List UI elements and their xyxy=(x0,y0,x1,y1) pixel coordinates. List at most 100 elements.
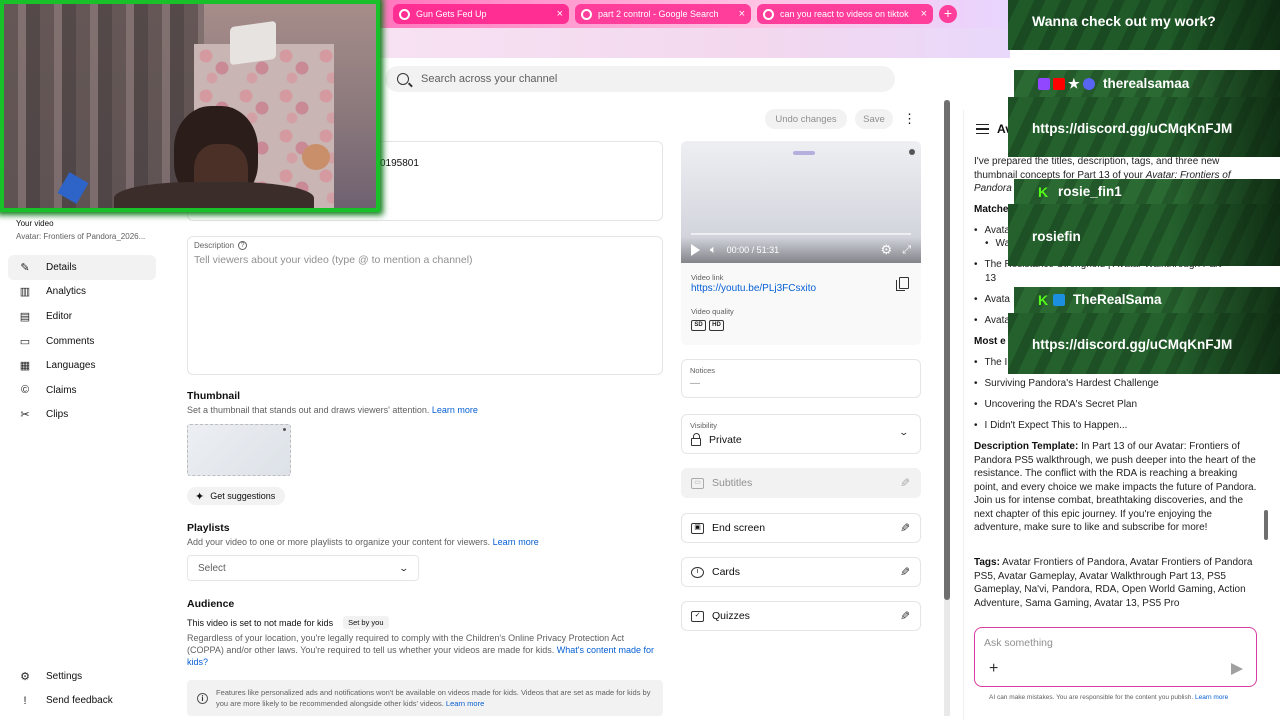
tab-close-icon[interactable]: × xyxy=(557,8,563,20)
feedback-icon: ! xyxy=(23,694,27,707)
sidebar-item-editor[interactable]: ▤ Editor xyxy=(8,304,156,329)
edit-pencil-icon[interactable]: ✎ xyxy=(900,565,910,579)
analytics-icon: ▥ xyxy=(19,286,31,299)
list-item: Avata xyxy=(974,315,1010,326)
sidebar-item-analytics[interactable]: ▥ Analytics xyxy=(8,280,156,305)
scissors-icon: ✂ xyxy=(20,409,30,422)
add-icon[interactable]: + xyxy=(989,660,998,678)
tab-favicon-icon xyxy=(399,8,410,20)
end-screen-row[interactable]: ▣ End screen ✎ xyxy=(681,513,921,543)
list-item: Avata xyxy=(974,225,1010,236)
notice-learn-more-link[interactable]: Learn more xyxy=(446,699,484,708)
overlay-handle-1: therealsamaa xyxy=(1103,76,1190,91)
browser-tab-3[interactable]: can you react to videos on tiktok × xyxy=(757,4,933,24)
cards-row[interactable]: i Cards ✎ xyxy=(681,557,921,587)
more-options-icon[interactable]: ⋮ xyxy=(903,112,916,128)
cards-icon: i xyxy=(691,566,704,578)
edit-pencil-icon[interactable]: ✎ xyxy=(900,476,910,490)
menu-icon[interactable] xyxy=(976,124,989,134)
description-label: Description ? xyxy=(194,241,248,250)
edit-pencil-icon[interactable]: ✎ xyxy=(900,609,910,623)
quizzes-label: Quizzes xyxy=(712,610,750,622)
overlay-handle-row-1: ★ therealsamaa xyxy=(1038,76,1189,91)
progress-bar[interactable] xyxy=(691,233,911,235)
languages-icon: ▦ xyxy=(19,360,31,373)
channel-search-input[interactable]: Search across your channel xyxy=(385,66,895,92)
video-frame-detail xyxy=(793,151,815,155)
webcam-flower xyxy=(302,144,330,170)
most-heading-text: Most e xyxy=(974,336,1006,347)
playlist-select[interactable]: Select ⌄ xyxy=(187,555,419,581)
overlay-handle-panel-2: K rosie_fin1 xyxy=(1014,179,1280,204)
sidebar-item-label: Claims xyxy=(46,384,77,396)
edit-pencil-icon[interactable]: ✎ xyxy=(900,521,910,535)
thumbnail-preview[interactable] xyxy=(187,424,291,476)
description-label-text: Description xyxy=(194,241,235,250)
platform-icons: K xyxy=(1038,293,1065,307)
get-suggestions-button[interactable]: ✦ Get suggestions xyxy=(187,487,286,505)
video-quality-label: Video quality xyxy=(691,307,734,316)
audience-status-line: This video is set to not made for kids S… xyxy=(187,616,389,629)
overlay-handle-row-3: K TheRealSama xyxy=(1038,292,1162,307)
sidebar-item-settings[interactable]: ⚙ Settings xyxy=(8,664,156,689)
fullscreen-icon[interactable]: ⤢ xyxy=(902,244,911,257)
new-tab-button[interactable]: + xyxy=(939,5,957,23)
main-scrollbar[interactable] xyxy=(944,100,950,600)
list-item-text: Avata xyxy=(984,315,1010,326)
browser-tab-2[interactable]: part 2 control - Google Search × xyxy=(575,4,751,24)
ai-scrollbar[interactable] xyxy=(1264,510,1268,540)
tab-close-icon[interactable]: × xyxy=(739,8,745,20)
player-settings-icon[interactable]: ⚙ xyxy=(881,242,893,258)
notices-label: Notices xyxy=(690,366,716,375)
visibility-label: Visibility xyxy=(690,421,717,430)
visibility-select[interactable]: Visibility Private ⌄ xyxy=(681,414,921,454)
volume-icon[interactable]: 🔈︎ xyxy=(710,244,717,257)
description-template-text: In Part 13 of our Avatar: Frontiers of P… xyxy=(974,441,1257,533)
ai-intro-italic-2: Pandora xyxy=(974,183,1012,194)
video-player[interactable]: 🔈︎ 00:00 / 51:31 ⚙ ⤢ xyxy=(681,141,921,263)
list-item: I Didn't Expect This to Happen... xyxy=(974,420,1128,431)
pencil-icon: ✎ xyxy=(20,261,30,274)
undo-changes-button[interactable]: Undo changes xyxy=(765,109,847,129)
sidebar-item-label: Editor xyxy=(46,310,73,322)
sidebar-item-languages[interactable]: ▦ Languages xyxy=(8,353,156,378)
browser-tab-1[interactable]: Gun Gets Fed Up × xyxy=(393,4,569,24)
sd-badge-icon: SD xyxy=(691,320,706,331)
lock-icon xyxy=(691,433,701,446)
notices-value: — xyxy=(690,378,700,389)
playlist-select-value: Select xyxy=(198,562,226,574)
list-item-cont: 13 xyxy=(985,272,1268,286)
disclaimer-learn-more-link[interactable]: Learn more xyxy=(1195,694,1228,701)
subtitles-row[interactable]: ▭ Subtitles ✎ xyxy=(681,468,921,498)
description-template-heading: Description Template: xyxy=(974,441,1079,452)
sidebar-item-send-feedback[interactable]: ! Send feedback xyxy=(8,689,156,714)
ask-something-input[interactable]: Ask something + xyxy=(974,627,1257,687)
set-by-you-chip: Set by you xyxy=(343,616,389,629)
overlay-discord-1: https://discord.gg/uCMqKnFJM xyxy=(1032,121,1233,136)
sidebar-item-clips[interactable]: ✂ Clips xyxy=(8,403,156,428)
video-link[interactable]: https://youtu.be/PLj3FCsxito xyxy=(691,283,816,294)
send-icon[interactable] xyxy=(1231,663,1243,675)
sidebar-item-label: Details xyxy=(46,261,77,273)
help-icon[interactable]: ? xyxy=(238,241,248,250)
overlay-handle-panel-3: K TheRealSama xyxy=(1014,287,1280,313)
playlists-learn-more-link[interactable]: Learn more xyxy=(493,537,539,547)
copy-icon[interactable] xyxy=(896,277,909,291)
thumbnail-learn-more-link[interactable]: Learn more xyxy=(432,405,478,415)
ai-description-template: Description Template: In Part 13 of our … xyxy=(974,440,1257,535)
overlay-cta-text: Wanna check out my work? xyxy=(1032,13,1216,29)
save-button[interactable]: Save xyxy=(855,109,893,129)
sidebar-item-details[interactable]: ✎ Details xyxy=(8,255,156,280)
play-icon[interactable] xyxy=(691,244,700,256)
sidebar-item-comments[interactable]: ▭ Comments xyxy=(8,329,156,354)
video-info-panel: Video link https://youtu.be/PLj3FCsxito … xyxy=(681,263,921,345)
audience-notice-body: Features like personalized ads and notif… xyxy=(216,687,653,709)
overlay-handle-panel-2b: rosiefin xyxy=(1008,204,1280,266)
webcam-overlay xyxy=(0,0,380,212)
twitch-icon xyxy=(1038,77,1050,90)
tab-close-icon[interactable]: × xyxy=(921,8,927,20)
description-placeholder: Tell viewers about your video (type @ to… xyxy=(194,254,473,266)
overlay-discord-2: https://discord.gg/uCMqKnFJM xyxy=(1032,337,1233,352)
quizzes-row[interactable]: ✓ Quizzes ✎ xyxy=(681,601,921,631)
sidebar-item-claims[interactable]: © Claims xyxy=(8,378,156,403)
